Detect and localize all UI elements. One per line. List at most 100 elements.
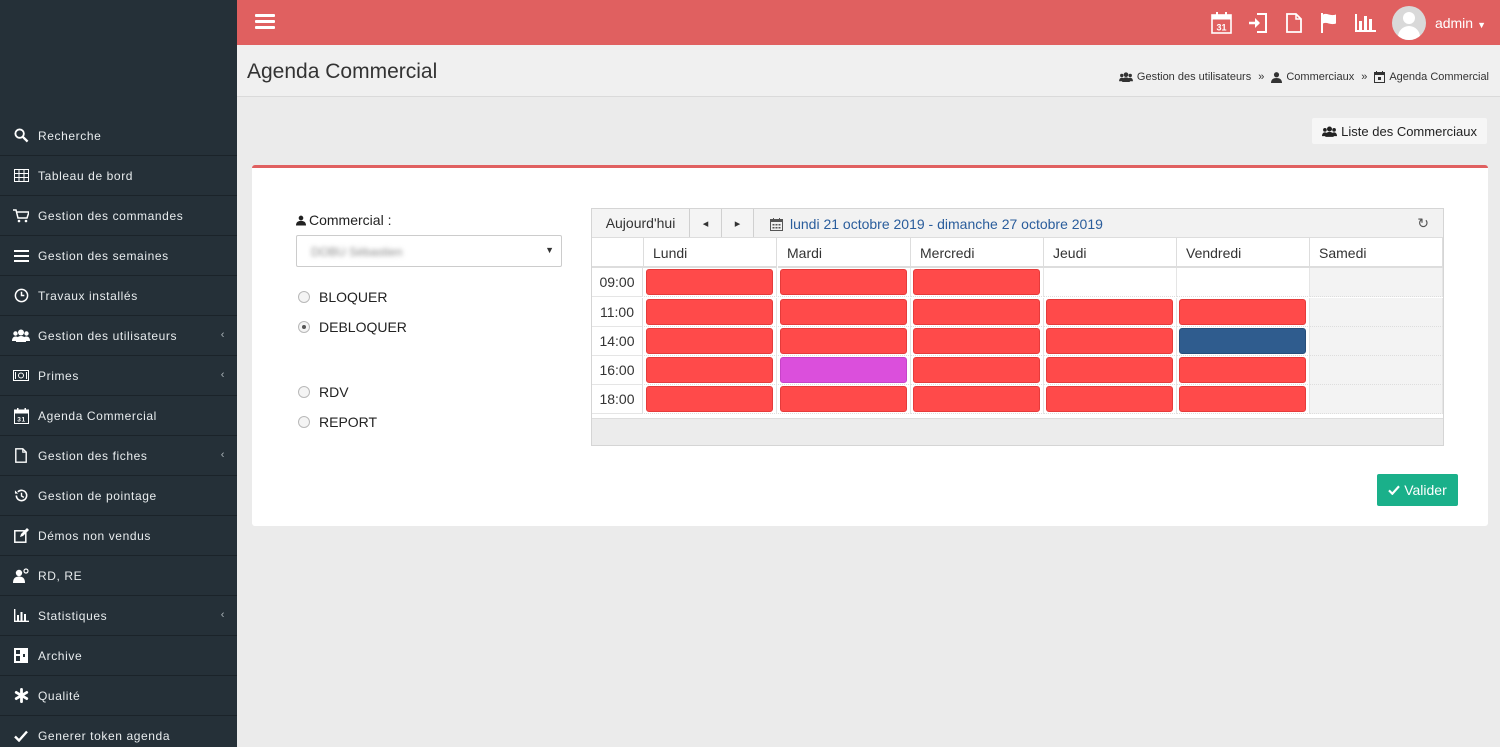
sidebar-item-label: Tableau de bord	[38, 168, 134, 183]
sidebar-item-demos-non-vendus[interactable]: Démos non vendus	[0, 516, 237, 556]
calendar-event-red[interactable]	[780, 299, 907, 325]
users-icon	[1322, 126, 1338, 137]
sidebar-item-recherche[interactable]: Recherche	[0, 116, 237, 156]
sidebar-item-agenda-commercial[interactable]: 31 Agenda Commercial	[0, 396, 237, 436]
calendar-event-red[interactable]	[913, 269, 1040, 295]
svg-text:31: 31	[1217, 22, 1227, 32]
breadcrumb-agenda-commercial[interactable]: Agenda Commercial	[1374, 71, 1489, 83]
valider-button[interactable]: Valider	[1377, 474, 1458, 506]
radio-label: REPORT	[319, 414, 378, 430]
avatar[interactable]	[1391, 5, 1426, 40]
day-header: Lundi	[644, 238, 777, 268]
calendar-event-red[interactable]	[646, 269, 773, 295]
topbar-icons: 31 admin ▼	[1204, 0, 1500, 45]
day-header: Jeudi	[1044, 238, 1177, 268]
commercial-select[interactable]: DOBU Sébastien ▼	[296, 235, 562, 267]
time-column-header	[592, 238, 644, 268]
file-icon[interactable]	[1276, 0, 1312, 45]
sidebar-item-primes[interactable]: Primes ‹	[0, 356, 237, 396]
commercial-label-text: Commercial :	[309, 212, 392, 228]
radio-button[interactable]	[298, 386, 310, 398]
breadcrumb-separator: »	[1258, 71, 1265, 83]
topbar: 31 admin ▼	[237, 0, 1500, 45]
caret-down-icon: ▼	[1477, 19, 1486, 30]
sidebar-item-generer-token-agenda[interactable]: Generer token agenda	[0, 716, 237, 747]
radio-button[interactable]	[298, 416, 310, 428]
calendar-range[interactable]: lundi 21 octobre 2019 - dimanche 27 octo…	[770, 216, 1103, 232]
calendar-event-red[interactable]	[1046, 299, 1173, 325]
calendar-event-red[interactable]	[646, 299, 773, 325]
radio-label: BLOQUER	[319, 289, 388, 305]
calendar-footer	[592, 418, 1443, 445]
next-week-button[interactable]: ▸	[722, 209, 754, 237]
asterisk-icon	[12, 687, 30, 705]
user-menu[interactable]: admin ▼	[1435, 15, 1486, 31]
calendar-event-red[interactable]	[780, 269, 907, 295]
page-header: Agenda Commercial Gestion des utilisateu…	[237, 45, 1500, 97]
breadcrumb-gestion-utilisateurs[interactable]: Gestion des utilisateurs	[1118, 71, 1252, 83]
radio-button[interactable]	[298, 291, 310, 303]
calendar-event-red[interactable]	[1179, 299, 1306, 325]
time-slot[interactable]	[1310, 327, 1443, 356]
calendar-event-red[interactable]	[1046, 328, 1173, 354]
calendar-event-red[interactable]	[646, 386, 773, 412]
sidebar-item-gestion-des-utilisateurs[interactable]: Gestion des utilisateurs ‹	[0, 316, 237, 356]
radio-report[interactable]: REPORT	[298, 414, 377, 430]
sidebar-item-gestion-des-fiches[interactable]: Gestion des fiches ‹	[0, 436, 237, 476]
calendar-event-red[interactable]	[1046, 386, 1173, 412]
time-slot[interactable]	[1310, 356, 1443, 385]
radio-rdv[interactable]: RDV	[298, 384, 349, 400]
sidebar-item-gestion-des-semaines[interactable]: Gestion des semaines	[0, 236, 237, 276]
radio-bloquer[interactable]: BLOQUER	[298, 289, 387, 305]
breadcrumb-label: Agenda Commercial	[1389, 71, 1489, 83]
calendar-event-red[interactable]	[913, 357, 1040, 383]
calendar-event-red[interactable]	[1179, 386, 1306, 412]
calendar-event-purple[interactable]	[780, 357, 907, 383]
radio-button[interactable]	[298, 321, 310, 333]
refresh-icon[interactable]: ↻	[1417, 215, 1429, 232]
day-header: Samedi	[1310, 238, 1443, 268]
prev-week-button[interactable]: ◂	[690, 209, 722, 237]
time-slot[interactable]	[1177, 268, 1310, 297]
calendar-icon[interactable]: 31	[1204, 0, 1240, 45]
bar-chart-icon[interactable]	[1348, 0, 1384, 45]
liste-commerciaux-label: Liste des Commerciaux	[1341, 123, 1477, 139]
page-title: Agenda Commercial	[247, 60, 438, 83]
calendar-event-red[interactable]	[780, 386, 907, 412]
time-slot[interactable]	[1310, 298, 1443, 327]
day-header: Mardi	[778, 238, 911, 268]
sidebar-item-tableau-de-bord[interactable]: Tableau de bord	[0, 156, 237, 196]
calendar-event-red[interactable]	[780, 328, 907, 354]
sidebar-item-gestion-des-commandes[interactable]: Gestion des commandes	[0, 196, 237, 236]
calendar-event-red[interactable]	[913, 299, 1040, 325]
time-slot[interactable]	[1310, 268, 1443, 297]
sidebar-item-rd-re[interactable]: RD, RE	[0, 556, 237, 596]
archive-icon	[12, 647, 30, 665]
sidebar-item-qualite[interactable]: Qualité	[0, 676, 237, 716]
calendar-event-red[interactable]	[1179, 357, 1306, 383]
sidebar-item-archive[interactable]: Archive	[0, 636, 237, 676]
breadcrumb-label: Gestion des utilisateurs	[1136, 71, 1252, 83]
sign-in-icon[interactable]	[1240, 0, 1276, 45]
chevron-left-icon: ‹	[220, 449, 225, 461]
breadcrumb-commerciaux[interactable]: Commerciaux	[1271, 71, 1354, 83]
calendar-event-red[interactable]	[646, 328, 773, 354]
time-slot[interactable]	[1044, 268, 1177, 297]
today-button[interactable]: Aujourd'hui	[592, 209, 690, 237]
time-slot[interactable]	[1310, 385, 1443, 414]
sidebar: Recherche Tableau de bord Gestion des co…	[0, 0, 237, 747]
sidebar-item-statistiques[interactable]: Statistiques ‹	[0, 596, 237, 636]
calendar-event-red[interactable]	[1046, 357, 1173, 383]
calendar-event-red[interactable]	[913, 386, 1040, 412]
sidebar-item-gestion-de-pointage[interactable]: Gestion de pointage	[0, 476, 237, 516]
flag-icon[interactable]	[1312, 0, 1348, 45]
sidebar-item-travaux-installes[interactable]: Travaux installés	[0, 276, 237, 316]
calendar-event-blue[interactable]	[1179, 328, 1306, 354]
liste-commerciaux-button[interactable]: Liste des Commerciaux	[1312, 118, 1487, 144]
radio-debloquer[interactable]: DEBLOQUER	[298, 319, 407, 335]
calendar-event-red[interactable]	[913, 328, 1040, 354]
sidebar-item-label: Travaux installés	[38, 288, 138, 303]
chevron-left-icon: ‹	[220, 329, 225, 341]
calendar-event-red[interactable]	[646, 357, 773, 383]
menu-toggle-icon[interactable]	[255, 14, 275, 30]
